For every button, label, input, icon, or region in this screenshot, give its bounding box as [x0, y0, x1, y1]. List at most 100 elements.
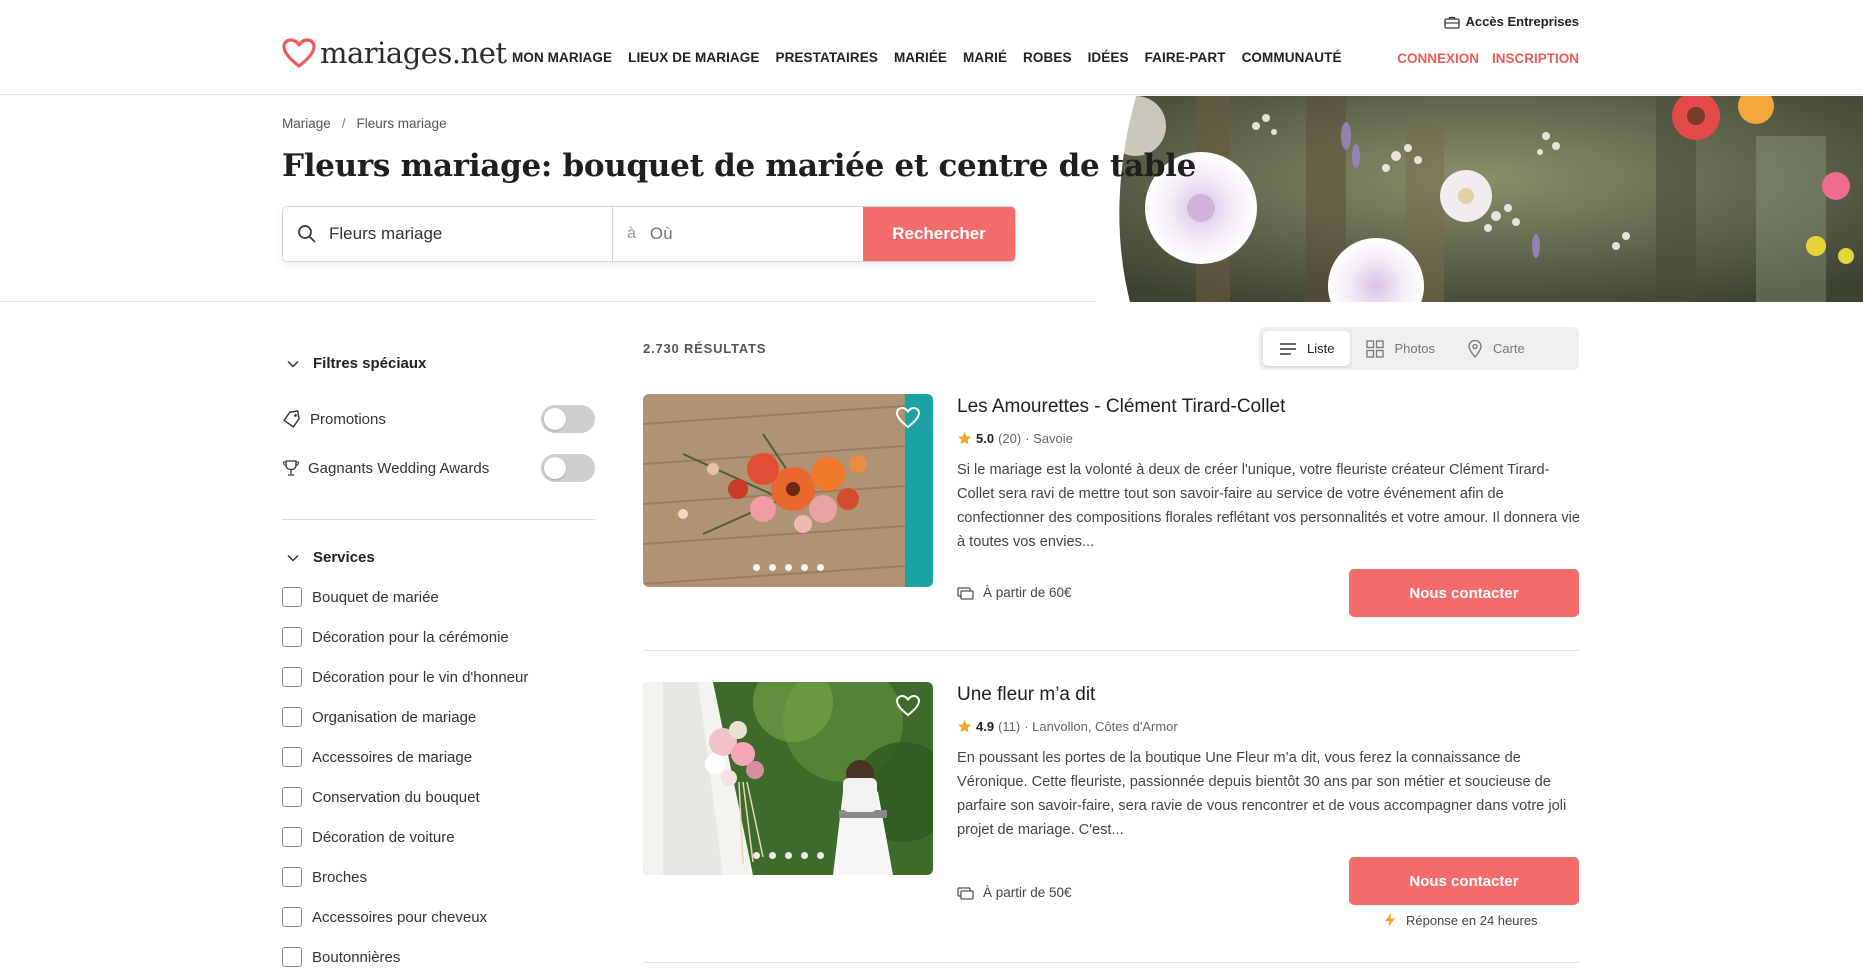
chevron-down-icon: [287, 360, 299, 368]
nav-robes[interactable]: ROBES: [1023, 50, 1072, 65]
promotions-toggle[interactable]: [541, 405, 595, 433]
checkbox[interactable]: [282, 747, 302, 767]
service-conservation[interactable]: Conservation du bouquet: [282, 787, 480, 807]
search-what-input[interactable]: [329, 224, 569, 244]
acces-label: Accès Entreprises: [1465, 14, 1579, 29]
card-2-reviews: (11): [998, 719, 1021, 734]
awards-label-group: Gagnants Wedding Awards: [282, 459, 489, 477]
card-2-meta: 4.9 (11) · Lanvollon, Côtes d'Armor: [957, 719, 1178, 734]
breadcrumb-fleurs[interactable]: Fleurs mariage: [357, 116, 447, 131]
card-2-description: En poussant les portes de la boutique Un…: [957, 750, 1567, 838]
promotions-label-group: Promotions: [282, 410, 386, 428]
favorite-heart-icon[interactable]: [895, 406, 921, 430]
card-1-price: À partir de 60€: [957, 584, 1072, 600]
briefcase-icon: [1443, 16, 1460, 29]
card-separator: [643, 650, 1579, 651]
search-button[interactable]: Rechercher: [863, 207, 1015, 261]
nav-lieux[interactable]: LIEUX DE MARIAGE: [628, 50, 759, 65]
price-tag-icon: [957, 887, 974, 900]
card-1-title[interactable]: Les Amourettes - Clément Tirard-Collet: [957, 396, 1285, 418]
breadcrumb-mariage[interactable]: Mariage: [282, 116, 331, 131]
checkbox[interactable]: [282, 627, 302, 647]
checkbox[interactable]: [282, 787, 302, 807]
hero-flowers-image: [1096, 96, 1863, 302]
card-2-image[interactable]: [643, 682, 933, 875]
view-list-label: Liste: [1307, 341, 1335, 356]
breadcrumb: Mariage / Fleurs mariage: [282, 116, 447, 131]
filter-wedding-awards: Gagnants Wedding Awards: [282, 454, 595, 482]
checkbox[interactable]: [282, 667, 302, 687]
service-deco-voiture[interactable]: Décoration de voiture: [282, 827, 455, 847]
card-2-contact-button[interactable]: Nous contacter: [1349, 857, 1579, 905]
view-photos-label: Photos: [1394, 341, 1435, 356]
nav-idees[interactable]: IDÉES: [1088, 50, 1129, 65]
site-header: mariages.net MON MARIAGE LIEUX DE MARIAG…: [0, 0, 1863, 95]
checkbox[interactable]: [282, 587, 302, 607]
favorite-heart-icon[interactable]: [895, 694, 921, 718]
service-label: Organisation de mariage: [312, 708, 477, 726]
services-header[interactable]: Services: [287, 549, 375, 566]
nav-mariee[interactable]: MARIÉE: [894, 50, 947, 65]
service-organisation[interactable]: Organisation de mariage: [282, 707, 476, 727]
service-label: Conservation du bouquet: [312, 788, 480, 806]
search-where-field[interactable]: à: [613, 207, 871, 261]
checkbox[interactable]: [282, 947, 302, 967]
signup-link[interactable]: INSCRIPTION: [1492, 51, 1579, 66]
checkbox[interactable]: [282, 707, 302, 727]
service-deco-ceremonie[interactable]: Décoration pour la cérémonie: [282, 627, 509, 647]
card-1-contact-button[interactable]: Nous contacter: [1349, 569, 1579, 617]
fast-reply-label: Réponse en 24 heures: [1406, 912, 1538, 928]
card-1-image[interactable]: [643, 394, 933, 587]
nav-mon-mariage[interactable]: MON MARIAGE: [512, 50, 612, 65]
nav-marie[interactable]: MARIÉ: [963, 50, 1007, 65]
sidebar-divider: [282, 519, 595, 520]
service-boutonnieres[interactable]: Boutonnières: [282, 947, 400, 967]
carousel-dots: [643, 852, 933, 859]
nav-faire-part[interactable]: FAIRE-PART: [1145, 50, 1226, 65]
service-label: Accessoires de mariage: [312, 748, 473, 766]
checkbox[interactable]: [282, 907, 302, 927]
breadcrumb-separator: /: [341, 116, 346, 131]
view-photos[interactable]: Photos: [1350, 331, 1450, 366]
logo-text: mariages.net: [320, 36, 507, 70]
tag-icon: [283, 410, 300, 428]
card-1-rating: 5.0: [976, 431, 995, 446]
view-switcher: Liste Photos Carte: [1259, 327, 1579, 370]
list-icon: [1280, 342, 1296, 355]
nav-prestataires[interactable]: PRESTATAIRES: [775, 50, 877, 65]
card-1-location: · Savoie: [1025, 431, 1073, 446]
service-label: Broches: [312, 868, 368, 886]
hero-section: Mariage / Fleurs mariage Fleurs mariage: b…: [0, 96, 1863, 302]
auth-links: CONNEXION INSCRIPTION: [1397, 51, 1579, 66]
awards-toggle[interactable]: [541, 454, 595, 482]
login-link[interactable]: CONNEXION: [1397, 51, 1479, 66]
logo[interactable]: mariages.net: [282, 36, 507, 70]
card-2-title[interactable]: Une fleur m’a dit: [957, 684, 1095, 706]
search-where-input[interactable]: [649, 224, 871, 244]
card-1-reviews: (20): [998, 431, 1022, 446]
price-tag-icon: [957, 587, 974, 600]
service-deco-vin[interactable]: Décoration pour le vin d'honneur: [282, 667, 528, 687]
service-label: Décoration pour le vin d'honneur: [312, 668, 529, 686]
nav-communaute[interactable]: COMMUNAUTÉ: [1242, 50, 1342, 65]
view-list[interactable]: Liste: [1263, 331, 1351, 366]
card-1-price-label: À partir de 60€: [983, 584, 1072, 600]
special-filters-header[interactable]: Filtres spéciaux: [287, 355, 426, 372]
view-map[interactable]: Carte: [1451, 331, 1541, 366]
search-what-field[interactable]: [283, 207, 613, 261]
service-accessoires[interactable]: Accessoires de mariage: [282, 747, 472, 767]
checkbox[interactable]: [282, 867, 302, 887]
card-2-rating: 4.9: [976, 719, 995, 734]
fast-reply-note: Réponse en 24 heures: [1384, 912, 1538, 928]
service-label: Boutonnières: [312, 948, 401, 966]
checkbox[interactable]: [282, 827, 302, 847]
service-broches[interactable]: Broches: [282, 867, 367, 887]
service-cheveux[interactable]: Accessoires pour cheveux: [282, 907, 487, 927]
star-icon: [958, 720, 971, 733]
grid-icon: [1366, 339, 1385, 358]
service-bouquet[interactable]: Bouquet de mariée: [282, 587, 439, 607]
card-2-price: À partir de 50€: [957, 884, 1072, 900]
service-label: Décoration de voiture: [312, 828, 455, 846]
page-title: Fleurs mariage: bouquet de mariée et cen…: [282, 148, 1197, 184]
acces-entreprises-link[interactable]: Accès Entreprises: [1443, 14, 1579, 29]
